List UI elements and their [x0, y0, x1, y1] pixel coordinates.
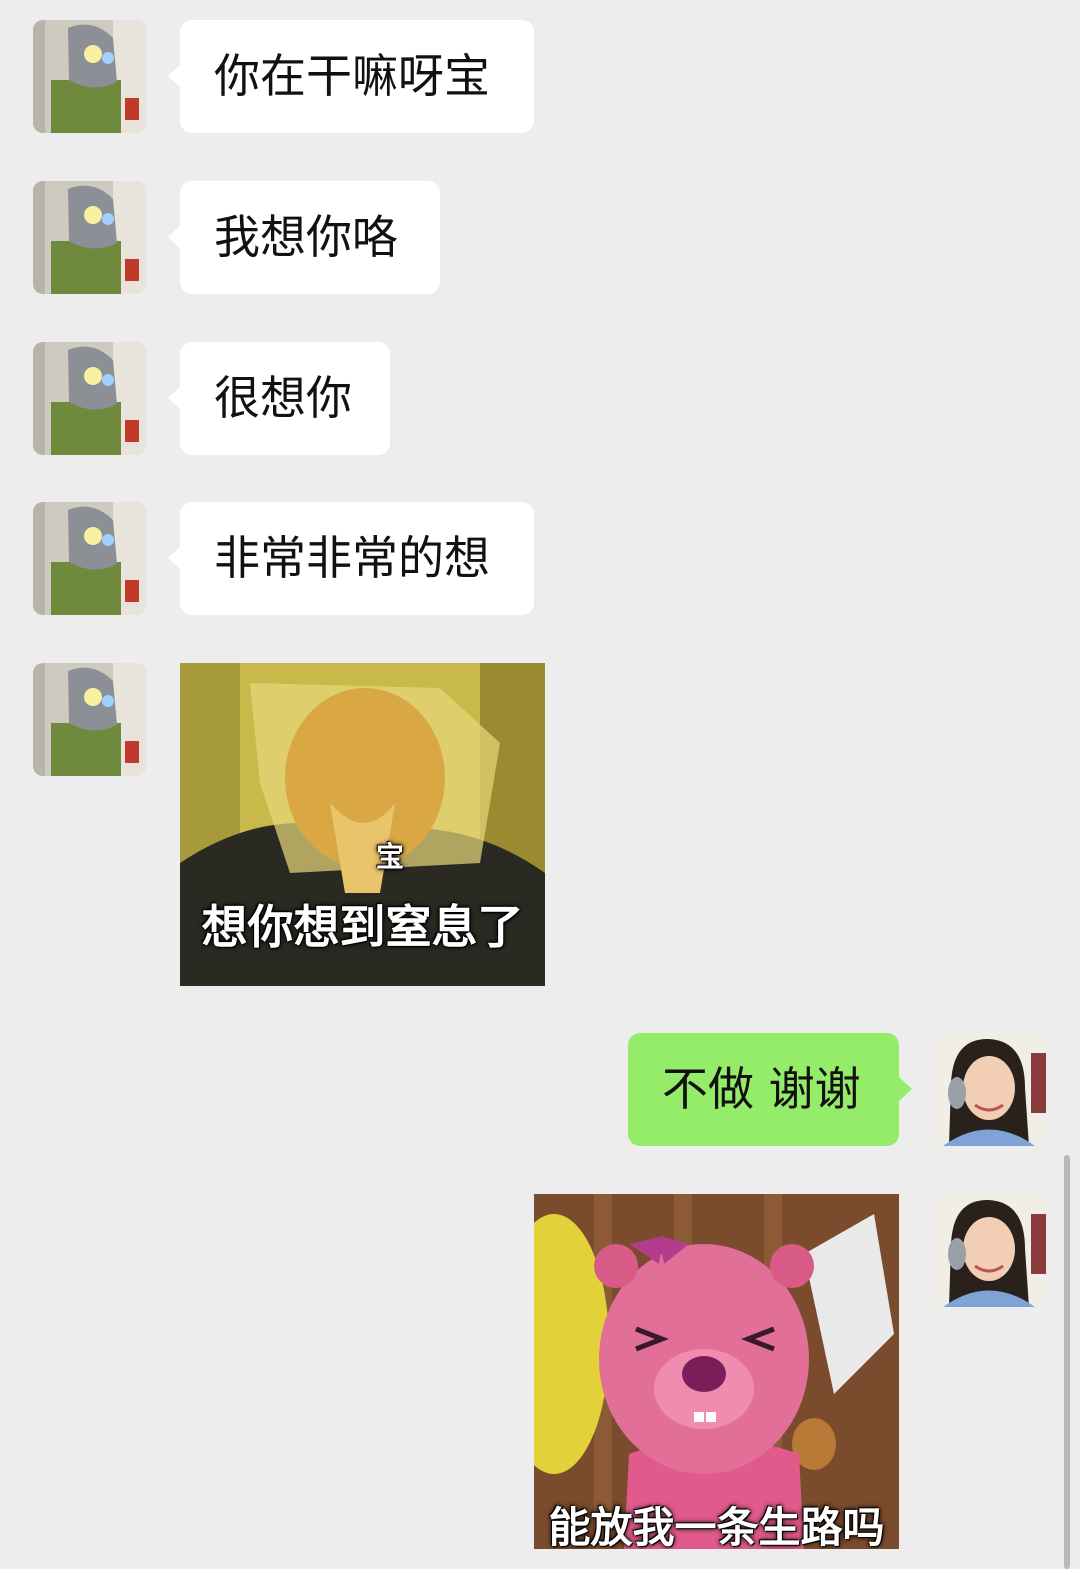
received-sticker[interactable]: 宝 想你想到窒息了	[180, 663, 545, 986]
sticker-caption: 能放我一条生路吗	[548, 1503, 885, 1549]
own-avatar[interactable]	[933, 1033, 1046, 1146]
received-message[interactable]: 你在干嘛呀宝	[168, 20, 534, 133]
contact-avatar[interactable]	[33, 663, 146, 776]
sticker-small-caption: 宝	[375, 840, 404, 873]
own-avatar[interactable]	[933, 1194, 1046, 1307]
contact-avatar[interactable]	[33, 342, 146, 455]
received-message[interactable]: 非常非常的想	[168, 502, 534, 615]
contact-avatar[interactable]	[33, 20, 146, 133]
scrollbar[interactable]	[1064, 1155, 1070, 1569]
contact-avatar[interactable]	[33, 502, 146, 615]
sticker-caption: 想你想到窒息了	[201, 900, 524, 954]
received-message[interactable]: 我想你咯	[168, 181, 440, 294]
sent-message[interactable]: 不做 谢谢	[628, 1033, 912, 1146]
received-message[interactable]: 很想你	[168, 342, 390, 455]
contact-avatar[interactable]	[33, 181, 146, 294]
sent-sticker[interactable]: 能放我一条生路吗	[534, 1194, 899, 1549]
